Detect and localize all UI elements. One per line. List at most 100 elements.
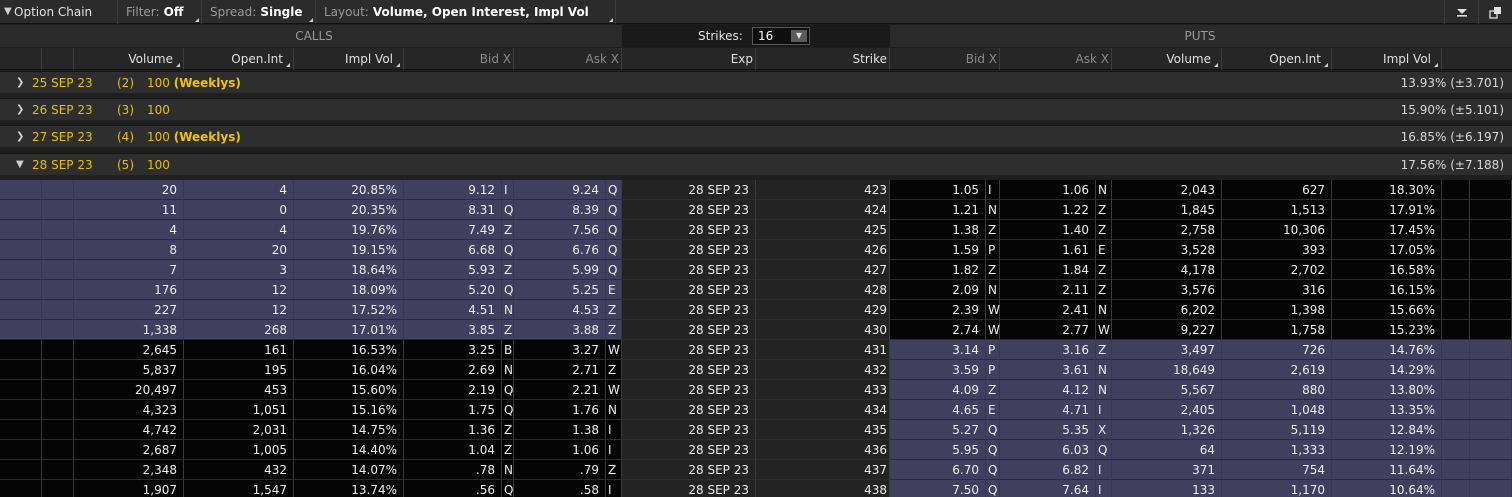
put-volume-cell[interactable]: 3,528: [1112, 240, 1222, 260]
expiration-cell[interactable]: 28 SEP 23: [622, 380, 756, 400]
call-ask-cell[interactable]: .58: [514, 480, 606, 497]
chevron-down-icon[interactable]: ▼: [16, 154, 24, 176]
put-impl-vol-cell[interactable]: 12.84%: [1332, 420, 1442, 440]
put-bid-cell[interactable]: 5.27: [890, 420, 986, 440]
col-exp[interactable]: Exp: [622, 48, 756, 70]
call-impl-vol-cell[interactable]: 15.60%: [294, 380, 404, 400]
put-ask-cell[interactable]: 3.61: [1000, 360, 1096, 380]
call-bid-cell[interactable]: 9.12: [404, 180, 502, 200]
put-open-int-cell[interactable]: 1,513: [1222, 200, 1332, 220]
put-ask-exchange-cell[interactable]: Z: [1096, 280, 1112, 300]
put-impl-vol-cell[interactable]: 11.64%: [1332, 460, 1442, 480]
call-open-int-cell[interactable]: 4: [184, 220, 294, 240]
strike-cell[interactable]: 424: [756, 200, 890, 220]
call-open-int-cell[interactable]: 20: [184, 240, 294, 260]
call-ask-exchange-cell[interactable]: I: [606, 480, 622, 497]
chevron-down-icon[interactable]: ▼: [4, 6, 14, 17]
put-bid-exchange-cell[interactable]: N: [986, 200, 1000, 220]
put-ask-cell[interactable]: 4.12: [1000, 380, 1096, 400]
call-ask-exchange-cell[interactable]: Z: [606, 300, 622, 320]
put-volume-cell[interactable]: 5,567: [1112, 380, 1222, 400]
option-row[interactable]: 20 4 20.85% 9.12 I 9.24 Q 28 SEP 23 423 1.05 I 1.06…: [0, 180, 1512, 200]
col-put-impl-vol[interactable]: Impl Vol: [1332, 48, 1442, 70]
put-open-int-cell[interactable]: 1,398: [1222, 300, 1332, 320]
put-open-int-cell[interactable]: 1,333: [1222, 440, 1332, 460]
put-ask-cell[interactable]: 1.22: [1000, 200, 1096, 220]
call-ask-exchange-cell[interactable]: Z: [606, 320, 622, 340]
call-ask-exchange-cell[interactable]: N: [606, 400, 622, 420]
call-volume-cell[interactable]: 4: [74, 220, 184, 240]
call-volume-cell[interactable]: 2,348: [74, 460, 184, 480]
call-ask-exchange-cell[interactable]: Q: [606, 200, 622, 220]
call-bid-exchange-cell[interactable]: N: [502, 300, 514, 320]
col-put-open-int[interactable]: Open.Int: [1222, 48, 1332, 70]
put-ask-cell[interactable]: 6.03: [1000, 440, 1096, 460]
put-ask-cell[interactable]: 2.11: [1000, 280, 1096, 300]
option-row[interactable]: 1,907 1,547 13.74% .56 Q .58 I 28 SEP 23 438 7.50…: [0, 480, 1512, 497]
put-volume-cell[interactable]: 1,326: [1112, 420, 1222, 440]
option-row[interactable]: 2,348 432 14.07% .78 N .79 Z 28 SEP 23 437 6.70 Q 6…: [0, 460, 1512, 480]
put-volume-cell[interactable]: 1,845: [1112, 200, 1222, 220]
call-bid-exchange-cell[interactable]: N: [502, 360, 514, 380]
call-impl-vol-cell[interactable]: 14.40%: [294, 440, 404, 460]
put-bid-cell[interactable]: 1.21: [890, 200, 986, 220]
expiration-cell[interactable]: 28 SEP 23: [622, 320, 756, 340]
put-impl-vol-cell[interactable]: 12.19%: [1332, 440, 1442, 460]
option-row[interactable]: 227 12 17.52% 4.51 N 4.53 Z 28 SEP 23 429 2.39 W 2.…: [0, 300, 1512, 320]
expiration-cell[interactable]: 28 SEP 23: [622, 220, 756, 240]
put-bid-exchange-cell[interactable]: Q: [986, 460, 1000, 480]
expiration-cell[interactable]: 28 SEP 23: [622, 240, 756, 260]
call-bid-exchange-cell[interactable]: N: [502, 460, 514, 480]
call-open-int-cell[interactable]: 432: [184, 460, 294, 480]
put-bid-cell[interactable]: 5.95: [890, 440, 986, 460]
call-impl-vol-cell[interactable]: 17.01%: [294, 320, 404, 340]
call-bid-cell[interactable]: 5.93: [404, 260, 502, 280]
expiration-cell[interactable]: 28 SEP 23: [622, 180, 756, 200]
put-bid-exchange-cell[interactable]: W: [986, 300, 1000, 320]
chevron-right-icon[interactable]: ❯: [16, 126, 24, 148]
strike-cell[interactable]: 438: [756, 480, 890, 497]
call-impl-vol-cell[interactable]: 15.16%: [294, 400, 404, 420]
put-impl-vol-cell[interactable]: 14.29%: [1332, 360, 1442, 380]
call-impl-vol-cell[interactable]: 16.53%: [294, 340, 404, 360]
call-bid-cell[interactable]: 2.19: [404, 380, 502, 400]
put-volume-cell[interactable]: 3,497: [1112, 340, 1222, 360]
spread-dropdown[interactable]: Spread: Single: [202, 0, 316, 24]
call-bid-cell[interactable]: 1.04: [404, 440, 502, 460]
option-row[interactable]: 176 12 18.09% 5.20 Q 5.25 E 28 SEP 23 428 2.09 N 2.…: [0, 280, 1512, 300]
put-ask-exchange-cell[interactable]: Z: [1096, 220, 1112, 240]
strike-cell[interactable]: 425: [756, 220, 890, 240]
call-bid-cell[interactable]: 5.20: [404, 280, 502, 300]
call-open-int-cell[interactable]: 161: [184, 340, 294, 360]
call-bid-exchange-cell[interactable]: Q: [502, 280, 514, 300]
option-row[interactable]: 2,645 161 16.53% 3.25 B 3.27 W 28 SEP 23 431 3.14…: [0, 340, 1512, 360]
call-bid-cell[interactable]: 3.85: [404, 320, 502, 340]
call-open-int-cell[interactable]: 3: [184, 260, 294, 280]
strike-cell[interactable]: 428: [756, 280, 890, 300]
col-call-volume[interactable]: Volume: [74, 48, 184, 70]
call-impl-vol-cell[interactable]: 18.64%: [294, 260, 404, 280]
col-put-volume[interactable]: Volume: [1112, 48, 1222, 70]
strike-cell[interactable]: 432: [756, 360, 890, 380]
put-impl-vol-cell[interactable]: 10.64%: [1332, 480, 1442, 497]
call-open-int-cell[interactable]: 2,031: [184, 420, 294, 440]
put-bid-cell[interactable]: 1.59: [890, 240, 986, 260]
call-ask-exchange-cell[interactable]: Z: [606, 360, 622, 380]
col-call-bid[interactable]: Bid X: [404, 48, 514, 70]
put-bid-exchange-cell[interactable]: Q: [986, 420, 1000, 440]
call-impl-vol-cell[interactable]: 13.74%: [294, 480, 404, 497]
call-ask-cell[interactable]: 2.71: [514, 360, 606, 380]
strike-cell[interactable]: 437: [756, 460, 890, 480]
put-impl-vol-cell[interactable]: 16.58%: [1332, 260, 1442, 280]
call-volume-cell[interactable]: 1,338: [74, 320, 184, 340]
call-open-int-cell[interactable]: 12: [184, 280, 294, 300]
option-row[interactable]: 5,837 195 16.04% 2.69 N 2.71 Z 28 SEP 23 432 3.59…: [0, 360, 1512, 380]
option-row[interactable]: 8 20 19.15% 6.68 Q 6.76 Q 28 SEP 23 426 1.59 P 1.61…: [0, 240, 1512, 260]
call-impl-vol-cell[interactable]: 20.35%: [294, 200, 404, 220]
put-bid-exchange-cell[interactable]: N: [986, 280, 1000, 300]
put-ask-cell[interactable]: 2.77: [1000, 320, 1096, 340]
call-bid-exchange-cell[interactable]: Q: [502, 380, 514, 400]
call-bid-cell[interactable]: 7.49: [404, 220, 502, 240]
call-open-int-cell[interactable]: 1,051: [184, 400, 294, 420]
call-impl-vol-cell[interactable]: 19.15%: [294, 240, 404, 260]
